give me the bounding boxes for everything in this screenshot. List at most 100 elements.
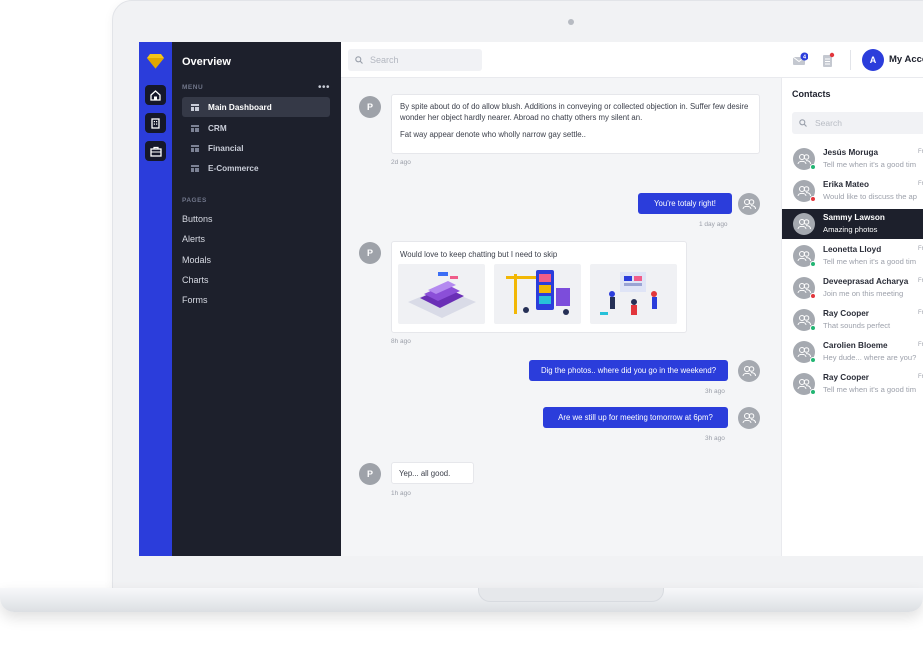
photo-thumbnail[interactable] [590, 264, 677, 324]
message-bubble-incoming: Yep... all good. [391, 462, 474, 484]
menu-more-button[interactable]: ••• [318, 82, 330, 93]
search-icon [355, 56, 363, 64]
contact-item[interactable]: Leonetta Lloyd Tell me when it's a good … [789, 241, 923, 271]
contacts-panel: Contacts Jesús Moruga Tell me when it's … [781, 78, 923, 556]
laptop-base [0, 588, 923, 612]
contact-name: Leonetta Lloyd [823, 245, 882, 254]
rail-building-button[interactable] [145, 113, 166, 133]
contact-time: Fr [918, 374, 923, 380]
isometric-phone-illustration [408, 272, 476, 318]
contact-item[interactable]: Ray Cooper That sounds perfect Fr [789, 305, 923, 335]
contact-name: Erika Mateo [823, 180, 869, 189]
account-avatar[interactable]: A [862, 49, 884, 71]
contact-item-active[interactable]: Sammy Lawson Amazing photos [782, 209, 923, 239]
contact-last-message: Tell me when it's a good tim [823, 160, 917, 169]
dashboard-icon [191, 103, 199, 111]
user-group-icon [797, 154, 811, 165]
sidebar-title: Overview [182, 56, 231, 68]
contact-time: Fr [918, 310, 923, 316]
contact-name: Ray Cooper [823, 373, 869, 382]
table-icon [191, 164, 199, 172]
building-icon [151, 117, 160, 129]
rail-briefcase-button[interactable] [145, 141, 166, 161]
user-avatar [738, 360, 760, 382]
diamond-logo-icon [147, 54, 164, 69]
contact-item[interactable]: Carolien Bloeme Hey dude... where are yo… [789, 337, 923, 367]
contact-name: Jesús Moruga [823, 148, 879, 157]
sidebar-page-alerts[interactable]: Alerts [182, 234, 205, 244]
contact-item[interactable]: Ray Cooper Tell me when it's a good tim … [789, 369, 923, 399]
message-bubble-outgoing: Dig the photos.. where did you go in the… [529, 360, 728, 381]
clipboard-icon[interactable] [820, 52, 836, 68]
sidebar-page-charts[interactable]: Charts [182, 275, 209, 285]
contact-last-message: That sounds perfect [823, 321, 891, 330]
status-dot [810, 293, 816, 299]
user-group-icon [742, 199, 756, 210]
user-group-icon [742, 366, 756, 377]
status-dot [810, 325, 816, 331]
chat-panel: P By spite about do of do allow blush. A… [341, 78, 781, 556]
message-timestamp: 1 day ago [699, 221, 728, 228]
briefcase-icon [149, 146, 162, 157]
status-dot [810, 164, 816, 170]
contact-item[interactable]: Erika Mateo Would like to discuss the ap… [789, 176, 923, 206]
contacts-search-box[interactable] [792, 112, 923, 134]
topbar-divider [850, 50, 851, 70]
user-group-icon [797, 379, 811, 390]
contact-last-message: Would like to discuss the ap [823, 192, 917, 201]
contact-last-message: Join me on this meeting [823, 289, 904, 298]
contact-name: Sammy Lawson [823, 213, 885, 222]
sender-avatar: P [359, 242, 381, 264]
contact-time: Fr [918, 278, 923, 284]
sidebar-item-financial[interactable]: Financial [182, 138, 330, 158]
contact-time: Fr [918, 246, 923, 252]
rail-home-button[interactable] [145, 85, 166, 105]
menu-section-label: MENU [182, 84, 204, 91]
contacts-search-input[interactable] [815, 118, 905, 128]
mail-icon[interactable]: 4 [792, 52, 808, 68]
account-menu-label[interactable]: My Acco [889, 54, 923, 65]
laptop-notch [478, 588, 664, 602]
contact-avatar [793, 213, 815, 235]
laptop-camera [568, 19, 574, 25]
contacts-title: Contacts [792, 89, 831, 99]
contact-last-message: Amazing photos [823, 225, 878, 234]
sidebar-page-forms[interactable]: Forms [182, 295, 208, 305]
contact-item[interactable]: Deveeprasad Acharya Join me on this meet… [789, 273, 923, 303]
photo-thumbnail[interactable] [494, 264, 581, 324]
message-bubble-incoming: By spite about do of do allow blush. Add… [391, 94, 760, 154]
contact-name: Ray Cooper [823, 309, 869, 318]
photo-thumbnail[interactable] [398, 264, 485, 324]
sidebar: Overview MENU ••• Main Dashboard CRM Fin… [172, 42, 341, 556]
contact-item[interactable]: Jesús Moruga Tell me when it's a good ti… [789, 144, 923, 174]
user-group-icon [797, 186, 811, 197]
app-screen: Overview MENU ••• Main Dashboard CRM Fin… [139, 42, 923, 556]
message-text: Are we still up for meeting tomorrow at … [558, 413, 713, 422]
message-text: You're totaly right! [654, 199, 716, 208]
message-timestamp: 2d ago [391, 159, 411, 166]
status-dot [810, 196, 816, 202]
user-group-icon [797, 283, 811, 294]
top-search-input[interactable] [370, 55, 470, 65]
message-bubble-outgoing: Are we still up for meeting tomorrow at … [543, 407, 728, 428]
sidebar-item-main-dashboard[interactable]: Main Dashboard [182, 97, 330, 117]
contact-name: Carolien Bloeme [823, 341, 888, 350]
sidebar-item-label: CRM [208, 123, 227, 133]
user-group-icon [797, 219, 811, 230]
message-text: Would love to keep chatting but I need t… [400, 250, 558, 259]
message-timestamp: 3h ago [705, 388, 725, 395]
status-dot [810, 357, 816, 363]
message-timestamp: 8h ago [391, 338, 411, 345]
sender-avatar: P [359, 463, 381, 485]
top-search-box[interactable] [348, 49, 482, 71]
sidebar-page-buttons[interactable]: Buttons [182, 214, 213, 224]
table-icon [191, 124, 199, 132]
sidebar-item-ecommerce[interactable]: E-Commerce [182, 158, 330, 178]
sidebar-page-modals[interactable]: Modals [182, 255, 211, 265]
contact-time: Fr [918, 149, 923, 155]
user-avatar [738, 193, 760, 215]
sidebar-item-crm[interactable]: CRM [182, 118, 330, 138]
pages-section-label: PAGES [182, 197, 207, 204]
sidebar-item-label: E-Commerce [208, 163, 259, 173]
contact-last-message: Tell me when it's a good tim [823, 257, 917, 266]
